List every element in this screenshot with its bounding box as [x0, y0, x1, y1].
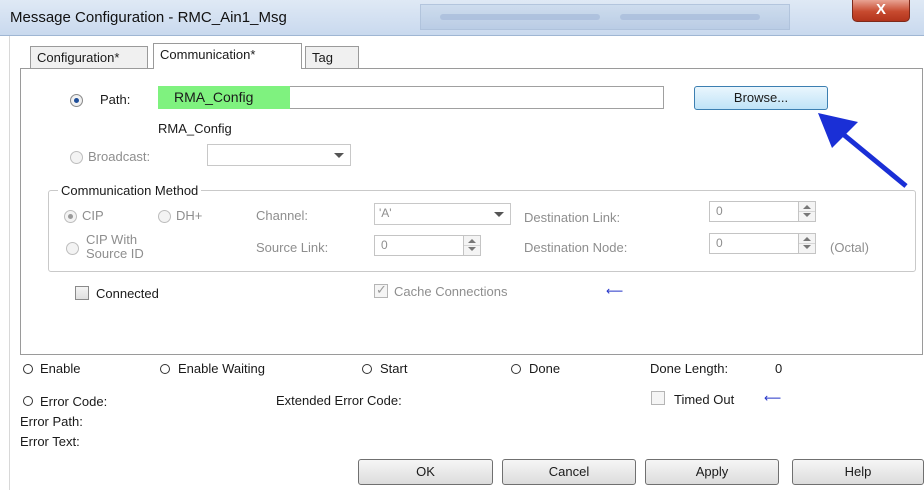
path-input-value: RMA_Config: [174, 89, 254, 105]
arrow-up-icon: [803, 205, 811, 209]
annotation-small-arrow-icon: ⟵: [764, 391, 782, 405]
enable-status-icon: [23, 364, 33, 374]
destination-link-value: 0: [716, 204, 723, 218]
browse-button[interactable]: Browse...: [694, 86, 828, 110]
enable-status-label: Enable: [40, 361, 81, 376]
background-window-ghost-text: [620, 14, 760, 20]
source-link-value: 0: [381, 238, 388, 252]
error-path-label: Error Path:: [20, 414, 83, 429]
arrow-up-icon: [803, 237, 811, 241]
cache-connections-checkbox[interactable]: [374, 282, 388, 298]
broadcast-radio[interactable]: [70, 151, 83, 164]
dh-plus-label: DH+: [176, 208, 203, 223]
cip-with-source-label: CIP With Source ID: [86, 233, 144, 261]
tab-tag[interactable]: Tag: [305, 46, 359, 68]
arrow-down-icon: [803, 213, 811, 217]
enable-waiting-status-label: Enable Waiting: [178, 361, 265, 376]
timed-out-label: Timed Out: [674, 392, 735, 407]
arrow-down-icon: [468, 247, 476, 251]
cip-with-source-radio[interactable]: [66, 242, 79, 255]
error-code-status-icon: [23, 396, 33, 406]
start-status-icon: [362, 364, 372, 374]
close-button[interactable]: X: [852, 0, 910, 22]
channel-select-value: 'A': [379, 206, 392, 220]
cip-with-source-label-line1: CIP With: [86, 232, 138, 247]
destination-link-label: Destination Link:: [524, 210, 621, 225]
cip-radio[interactable]: [64, 210, 77, 223]
error-code-label: Error Code:: [40, 394, 108, 409]
channel-select[interactable]: 'A': [374, 203, 511, 225]
connected-label: Connected: [96, 286, 159, 301]
window-title: Message Configuration - RMC_Ain1_Msg: [10, 9, 287, 26]
broadcast-select[interactable]: [207, 144, 351, 166]
path-resolved-text: RMA_Config: [158, 121, 232, 136]
source-link-label: Source Link:: [256, 240, 329, 255]
extended-error-code-label: Extended Error Code:: [276, 393, 402, 408]
chevron-down-icon: [334, 153, 344, 158]
cache-connections-label: Cache Connections: [394, 284, 508, 299]
help-button[interactable]: Help: [792, 459, 924, 485]
cip-label: CIP: [82, 208, 104, 223]
arrow-up-icon: [468, 239, 476, 243]
done-status-icon: [511, 364, 521, 374]
cancel-button[interactable]: Cancel: [502, 459, 636, 485]
annotation-small-arrow-icon: ⟵: [606, 284, 624, 298]
chevron-down-icon: [494, 212, 504, 217]
done-length-value: 0: [775, 361, 783, 376]
dh-plus-radio[interactable]: [158, 210, 171, 223]
annotation-arrow-icon: [818, 113, 908, 188]
done-status-label: Done: [529, 361, 561, 376]
broadcast-label: Broadcast:: [88, 149, 151, 164]
destination-node-value: 0: [716, 236, 723, 250]
error-text-label: Error Text:: [20, 434, 80, 449]
ok-button[interactable]: OK: [358, 459, 493, 485]
connected-checkbox[interactable]: [75, 286, 89, 300]
apply-button[interactable]: Apply: [645, 459, 779, 485]
stepper-buttons[interactable]: [463, 236, 480, 255]
communication-method-title: Communication Method: [58, 183, 202, 198]
cip-with-source-label-line2: Source ID: [86, 246, 144, 261]
destination-node-label: Destination Node:: [524, 240, 628, 255]
tab-configuration[interactable]: Configuration*: [30, 46, 148, 68]
octal-label: (Octal): [830, 240, 869, 255]
background-window-ghost-text: [440, 14, 600, 20]
stepper-buttons[interactable]: [798, 202, 815, 221]
path-radio[interactable]: [70, 94, 83, 107]
tab-communication[interactable]: Communication*: [153, 43, 302, 69]
source-link-stepper[interactable]: 0: [374, 235, 481, 256]
channel-label: Channel:: [256, 208, 309, 223]
destination-node-stepper[interactable]: 0: [709, 233, 816, 254]
stepper-buttons[interactable]: [798, 234, 815, 253]
start-status-label: Start: [380, 361, 408, 376]
done-length-label: Done Length:: [650, 361, 729, 376]
timed-out-checkbox: [651, 391, 665, 405]
enable-waiting-status-icon: [160, 364, 170, 374]
destination-link-stepper[interactable]: 0: [709, 201, 816, 222]
path-label: Path:: [100, 92, 131, 107]
arrow-down-icon: [803, 245, 811, 249]
window-left-edge: [0, 36, 10, 490]
